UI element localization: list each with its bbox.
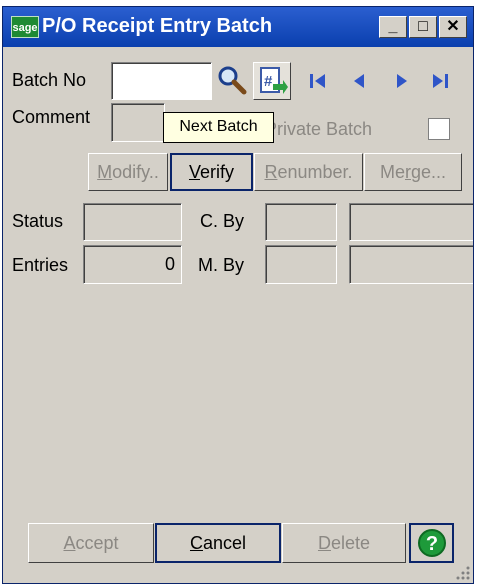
comment-input[interactable] [111,103,165,142]
comment-label: Comment [12,107,91,127]
window-title: P/O Receipt Entry Batch [42,15,273,37]
accept-button[interactable]: Accept [28,523,154,563]
modify-button[interactable]: Modify.. [88,153,168,191]
status-field [83,203,182,241]
help-button[interactable]: ? [409,523,454,563]
resize-grip-icon[interactable] [454,564,472,582]
next-batch-tooltip: Next Batch [163,112,274,143]
po-receipt-window: sage P/O Receipt Entry Batch _ □ ✕ Batch… [2,6,474,584]
delete-button[interactable]: Delete [282,523,406,563]
close-button[interactable]: ✕ [439,16,467,38]
next-record-icon[interactable] [391,70,413,92]
maximize-button[interactable]: □ [409,16,437,38]
modified-by-name-field [349,245,473,284]
entries-label: Entries [12,255,69,275]
private-batch-label: Private Batch [265,119,373,139]
batch-lookup-button[interactable]: # [253,62,291,100]
previous-record-icon[interactable] [348,70,370,92]
search-icon[interactable] [215,63,249,97]
minimize-button[interactable]: _ [379,16,407,38]
entries-field: 0 [83,245,182,284]
private-batch-checkbox[interactable] [428,118,450,140]
svg-text:?: ? [425,533,437,555]
created-by-user-field [265,203,337,241]
modified-by-user-field [265,245,337,284]
verify-button[interactable]: Verify [170,153,253,191]
batch-no-input[interactable] [111,62,212,100]
created-by-name-field [349,203,473,241]
renumber-button[interactable]: Renumber. [254,153,363,191]
sage-logo-icon: sage [11,16,39,38]
svg-text:#: # [264,73,273,90]
help-icon: ? [417,529,446,557]
modified-by-label: M. By [198,255,245,275]
cancel-button[interactable]: Cancel [155,523,281,563]
merge-button[interactable]: Merge... [364,153,462,191]
title-bar[interactable]: sage P/O Receipt Entry Batch _ □ ✕ [3,7,473,47]
first-record-icon[interactable] [307,70,329,92]
batch-no-label: Batch No [12,70,87,90]
last-record-icon[interactable] [429,70,451,92]
created-by-label: C. By [200,211,245,231]
status-label: Status [12,211,64,231]
batch-lookup-icon: # [260,67,288,94]
